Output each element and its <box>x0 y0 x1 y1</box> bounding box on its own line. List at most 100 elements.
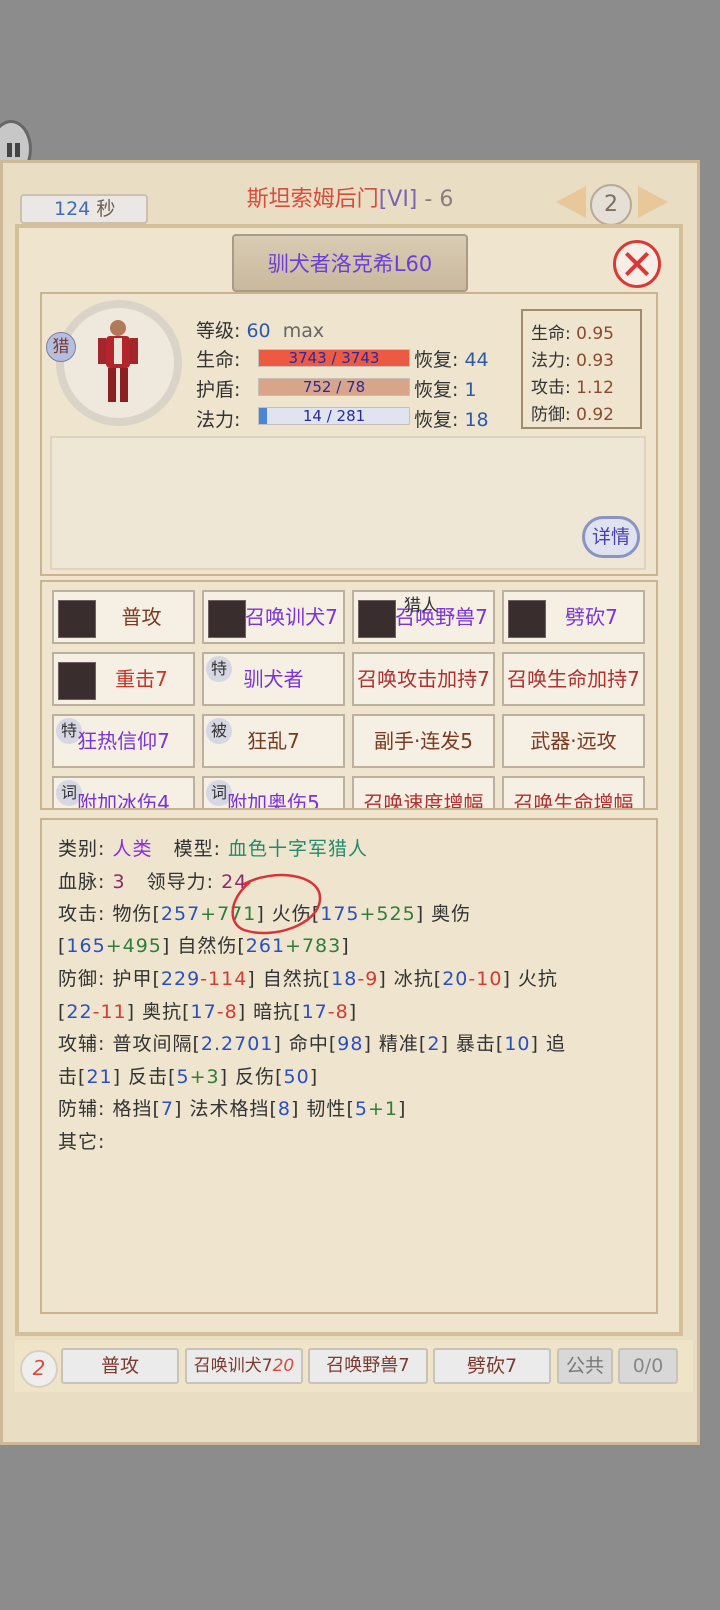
block-label: 格挡 <box>112 1098 153 1120</box>
skill-button[interactable]: 特狂热信仰7 <box>52 714 195 768</box>
skill-label: 普攻 <box>121 605 162 629</box>
action-slot-3[interactable]: 召唤野兽7 <box>308 1348 428 1384</box>
reflect-value: 50 <box>283 1066 310 1088</box>
shadow-res-mod: -8 <box>327 1001 349 1023</box>
skill-label: 劈砍7 <box>565 605 618 629</box>
skill-label: 召唤攻击加持7 <box>357 667 490 691</box>
countdown-timer: 124 秒 <box>20 194 148 224</box>
mana-bar-fill <box>259 408 267 424</box>
timer-unit: 秒 <box>96 198 116 220</box>
ratio-label: 生命: <box>531 324 571 344</box>
detail-button[interactable]: 详情 <box>582 516 640 558</box>
skill-button[interactable]: 被狂乱7 <box>202 714 345 768</box>
ratio-value: 0.95 <box>576 324 614 344</box>
arcane-res-base: 17 <box>190 1001 217 1023</box>
tenacity-bonus: +1 <box>367 1098 398 1120</box>
level-value: 60 <box>246 320 271 342</box>
skill-button[interactable]: 重击7 <box>52 652 195 706</box>
counter-display: 0/0 <box>618 1348 678 1384</box>
skill-button[interactable]: 劈砍7 <box>502 590 645 644</box>
skill-button[interactable]: 普攻 <box>52 590 195 644</box>
attack-label: 攻击: <box>58 903 106 925</box>
interval-value: 2.2701 <box>200 1033 274 1055</box>
mana-regen-value: 18 <box>464 409 489 431</box>
shield-bar: 752 / 78 <box>258 378 410 396</box>
next-page-arrow-icon[interactable] <box>638 186 668 218</box>
skill-button[interactable]: 武器·远攻 <box>502 714 645 768</box>
skill-label: 召唤训犬7 <box>245 605 338 629</box>
chase-label-2: 击 <box>58 1066 79 1088</box>
arcane-label: 奥伤 <box>431 903 472 925</box>
ratio-row: 法力: 0.93 <box>531 346 614 371</box>
armor-base: 229 <box>160 968 201 990</box>
ratio-value: 0.92 <box>576 405 614 425</box>
model-label: 模型: <box>173 838 221 860</box>
hero-portrait <box>56 300 182 426</box>
bloodline-value: 3 <box>112 871 126 893</box>
precision-value: 2 <box>427 1033 441 1055</box>
skill-label: 狂乱7 <box>247 729 300 753</box>
page-indicator: 2 <box>590 184 632 226</box>
floating-label: 猎人 <box>404 596 438 616</box>
crit-label: 暴击 <box>455 1033 496 1055</box>
skill-button[interactable]: 召唤速度增幅 <box>352 776 495 810</box>
category-label: 类别: <box>58 838 106 860</box>
skill-label: 副手·连发5 <box>373 729 474 753</box>
hunter-figure-icon <box>98 320 138 402</box>
counter-label: 反击 <box>128 1066 169 1088</box>
public-button[interactable]: 公共 <box>557 1348 613 1384</box>
frost-res-base: 20 <box>442 968 469 990</box>
skill-button[interactable]: 特驯犬者 <box>202 652 345 706</box>
ratio-value: 1.12 <box>576 378 614 398</box>
regen-label: 恢复: <box>414 409 459 431</box>
skill-button[interactable]: 召唤训犬7 <box>202 590 345 644</box>
phys-label: 物伤 <box>112 903 153 925</box>
shield-value: 752 / 78 <box>302 378 366 396</box>
class-badge: 猎 <box>46 332 76 362</box>
def-assist-label: 防辅: <box>58 1098 106 1120</box>
growth-ratio-panel: 生命: 0.95 法力: 0.93 攻击: 1.12 防御: 0.92 <box>521 309 642 429</box>
armor-label: 护甲 <box>112 968 153 990</box>
close-icon[interactable] <box>613 240 661 288</box>
round-badge: 2 <box>20 1350 58 1388</box>
stage-title: 斯坦索姆后门[VI] - 6 <box>200 178 500 222</box>
description-area <box>50 436 646 570</box>
skill-label: 召唤速度增幅 <box>363 791 484 810</box>
skill-label: 召唤生命加持7 <box>507 667 640 691</box>
timer-value: 124 <box>54 198 91 220</box>
attr-row-category: 类别: 人类 模型: 血色十字军猎人 <box>58 834 368 861</box>
skill-button[interactable]: 词附加冰伤4 <box>52 776 195 808</box>
skill-button[interactable]: 副手·连发5 <box>352 714 495 768</box>
counter-base: 5 <box>176 1066 190 1088</box>
prev-page-arrow-icon[interactable] <box>556 186 586 218</box>
tenacity-label: 韧性 <box>306 1098 347 1120</box>
skill-button[interactable]: 召唤生命增幅 <box>502 776 645 810</box>
attr-row-def-assist: 防辅: 格挡[7] 法术格挡[8] 韧性[5+1] <box>58 1098 407 1120</box>
hp-bar: 3743 / 3743 <box>258 349 410 367</box>
chase-value: 21 <box>86 1066 113 1088</box>
nature-res-base: 18 <box>331 968 358 990</box>
character-name-title: 驯犬者洛克希L60 <box>232 234 468 292</box>
arcane-res-label: 奥抗 <box>142 1001 183 1023</box>
frost-res-mod: -10 <box>468 968 503 990</box>
fire-res-mod: -11 <box>92 1001 127 1023</box>
skill-button[interactable]: 词附加奥伤5 <box>202 776 345 808</box>
skill-label: 召唤生命增幅 <box>513 791 634 810</box>
regen-label: 恢复: <box>414 379 459 401</box>
attr-row-assist-2: 击[21] 反击[5+3] 反伤[50] <box>58 1066 319 1088</box>
mana-bar: 14 / 281 <box>258 407 410 425</box>
leadership-label: 领导力: <box>146 871 215 893</box>
shield-regen-row: 恢复: 1 <box>414 375 477 402</box>
crit-value: 10 <box>504 1033 531 1055</box>
skill-label: 驯犬者 <box>243 667 304 691</box>
spell-block-value: 8 <box>277 1098 291 1120</box>
mana-value: 14 / 281 <box>302 407 366 425</box>
pause-icon-bar <box>15 143 20 157</box>
hp-label: 生命: <box>196 349 241 371</box>
skill-button[interactable]: 召唤生命加持7 <box>502 652 645 706</box>
action-slot-4[interactable]: 劈砍7 <box>433 1348 551 1384</box>
cooldown-value: 20 <box>272 1356 295 1376</box>
action-slot-1[interactable]: 普攻 <box>61 1348 179 1384</box>
skill-button[interactable]: 召唤攻击加持7 <box>352 652 495 706</box>
action-slot-2[interactable]: 召唤训犬720 <box>185 1348 303 1384</box>
